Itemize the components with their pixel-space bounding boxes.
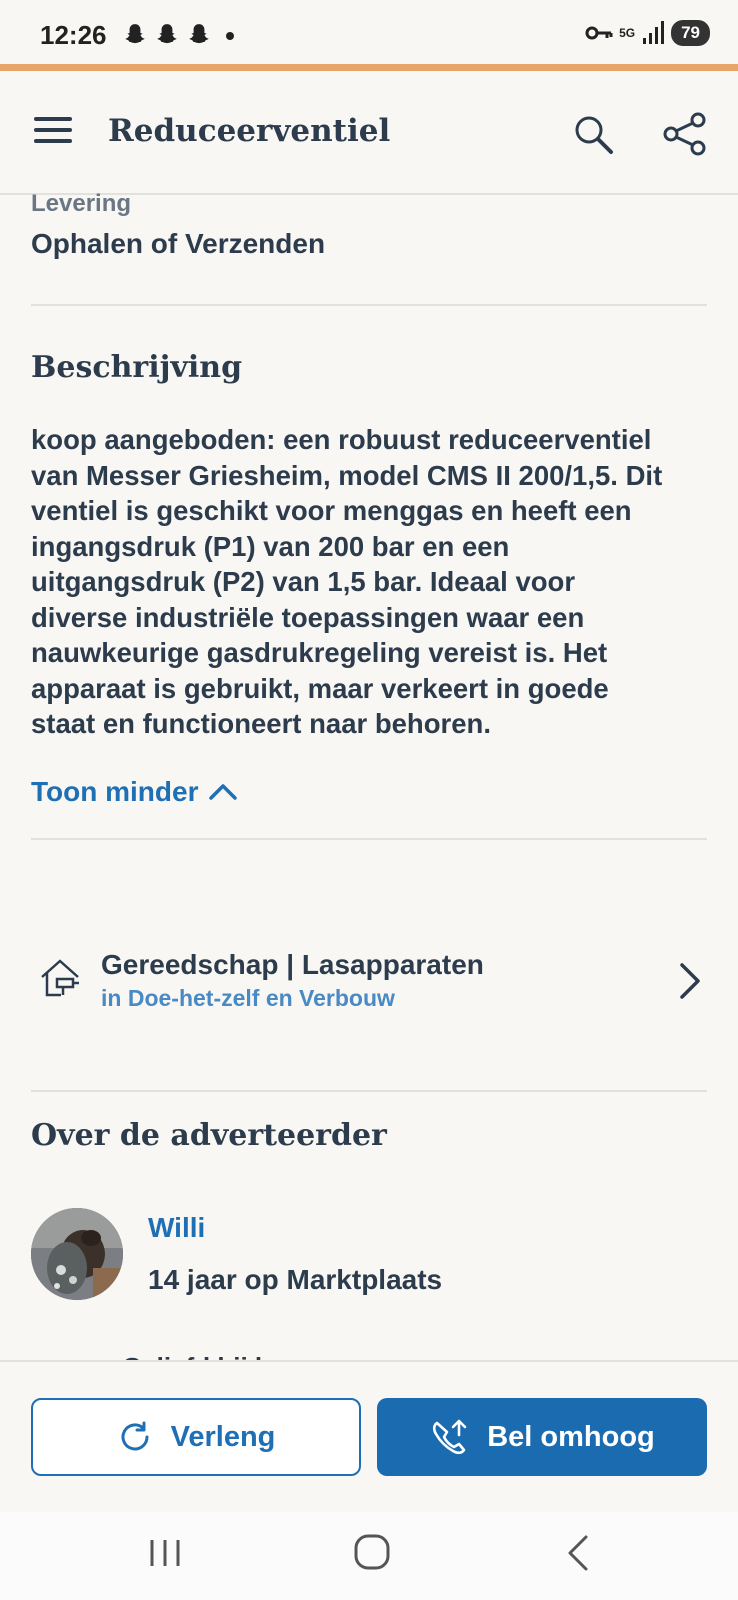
bump-up-button[interactable]: Bel omhoog [377, 1398, 707, 1476]
description-text: koop aangeboden: een robuust reduceerven… [31, 424, 663, 739]
action-bar: Verleng Bel omhoog [0, 1360, 738, 1512]
divider [31, 304, 707, 306]
notification-dot [226, 32, 234, 40]
avatar[interactable] [31, 1208, 123, 1300]
divider [31, 1090, 707, 1092]
notification-icons [122, 22, 212, 48]
menu-icon-line [34, 139, 72, 143]
divider [31, 838, 707, 840]
status-time: 12:26 [40, 20, 107, 50]
delivery-value: Ophalen of Verzenden [31, 228, 326, 259]
category-subtitle: in Doe-het-zelf en Verbouw [101, 985, 395, 1011]
status-bar: 12:26 5G 79 [0, 0, 738, 66]
search-icon[interactable] [572, 113, 616, 157]
description-heading: Beschrijving [31, 350, 243, 385]
home-tools-icon [41, 959, 79, 997]
phone-up-icon [433, 1419, 467, 1455]
chevron-right-icon [680, 963, 700, 999]
page-title: Reduceerventiel [108, 113, 391, 149]
menu-icon [34, 117, 72, 121]
menu-icon-line [34, 128, 72, 132]
delivery-label: Levering [31, 190, 132, 217]
snapchat-icon [157, 24, 177, 44]
share-icon[interactable] [662, 111, 708, 157]
extend-label: Verleng [170, 1420, 276, 1453]
home-icon[interactable] [352, 1532, 392, 1572]
dog-photo [31, 1208, 123, 1300]
network-type: 5G [619, 26, 636, 40]
chevron-up-icon [209, 784, 238, 800]
snapchat-icon [125, 24, 145, 44]
accent-line [0, 64, 738, 71]
extend-button[interactable]: Verleng [31, 1398, 361, 1476]
snapchat-icon [189, 24, 209, 44]
back-icon[interactable] [566, 1534, 590, 1572]
app-bar: Reduceerventiel [0, 71, 738, 195]
recent-apps-icon[interactable] [148, 1536, 182, 1570]
menu-button[interactable] [34, 117, 72, 147]
signal-icon [643, 21, 665, 44]
vpn-key-icon [585, 26, 613, 40]
seller-membership: 14 jaar op Marktplaats [148, 1264, 443, 1295]
status-right: 5G 79 [585, 20, 710, 46]
show-less-link[interactable]: Toon minder [31, 776, 238, 808]
show-less-label: Toon minder [31, 776, 199, 807]
category-row[interactable]: Gereedschap | Lasapparaten in Doe-het-ze… [31, 945, 707, 1025]
seller-name[interactable]: Willi [148, 1212, 205, 1244]
bump-up-label: Bel omhoog [487, 1420, 655, 1453]
system-nav-bar [0, 1512, 738, 1600]
refresh-icon [121, 1421, 149, 1451]
category-title: Gereedschap | Lasapparaten [101, 949, 484, 980]
battery-level: 79 [671, 20, 710, 46]
advertiser-heading: Over de adverteerder [31, 1118, 387, 1153]
